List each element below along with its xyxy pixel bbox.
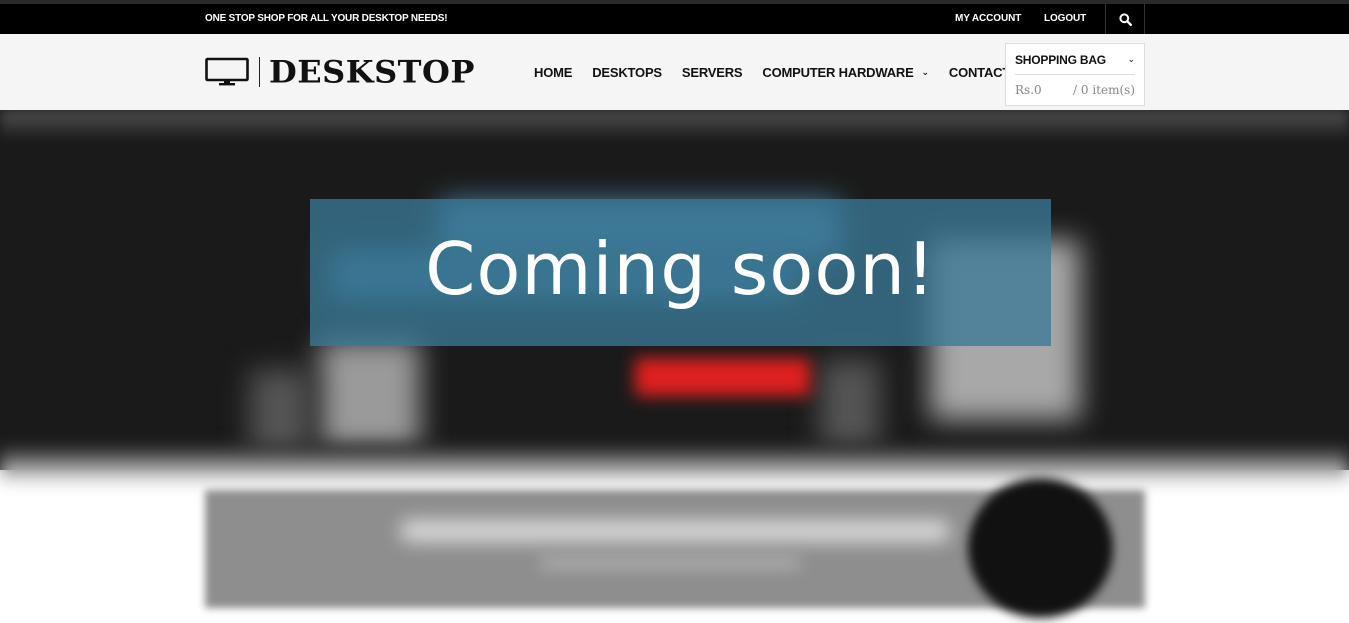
nav-computer-hardware[interactable]: COMPUTER HARDWARE ⌄ bbox=[762, 65, 929, 80]
blurred-shape bbox=[820, 360, 880, 450]
hero-fade bbox=[0, 445, 1349, 485]
divider bbox=[1015, 74, 1135, 75]
bag-item-count: / 0 item(s) bbox=[1073, 83, 1135, 97]
nav-home[interactable]: HOME bbox=[534, 65, 572, 80]
bag-total: Rs.0 bbox=[1015, 83, 1042, 97]
blurred-badge bbox=[968, 478, 1113, 618]
coming-soon-text: Coming soon! bbox=[425, 226, 936, 311]
top-bar: ONE STOP SHOP FOR ALL YOUR DESKTOP NEEDS… bbox=[0, 0, 1349, 34]
tagline: ONE STOP SHOP FOR ALL YOUR DESKTOP NEEDS… bbox=[205, 13, 448, 24]
chevron-down-icon: ⌄ bbox=[1127, 54, 1135, 64]
nav-servers[interactable]: SERVERS bbox=[682, 65, 743, 80]
logo-text: DESKSTOP bbox=[269, 53, 475, 91]
hero-shade bbox=[0, 110, 1349, 140]
shopping-bag-title: SHOPPING BAG bbox=[1015, 53, 1106, 67]
search-icon bbox=[1118, 12, 1132, 26]
chevron-down-icon: ⌄ bbox=[921, 67, 930, 77]
site-logo[interactable]: DESKSTOP bbox=[205, 56, 475, 88]
site-header: DESKSTOP HOME DESKTOPS SERVERS COMPUTER … bbox=[0, 34, 1349, 110]
logo-divider bbox=[259, 57, 260, 87]
logout-link[interactable]: LOGOUT bbox=[1044, 13, 1086, 24]
nav-desktops[interactable]: DESKTOPS bbox=[592, 65, 662, 80]
shopping-bag[interactable]: SHOPPING BAG ⌄ Rs.0 / 0 item(s) bbox=[1005, 43, 1145, 106]
blurred-button bbox=[635, 358, 810, 396]
blurred-text-line bbox=[400, 520, 950, 542]
blurred-text-line bbox=[540, 558, 800, 568]
blurred-shape bbox=[320, 340, 420, 450]
coming-soon-overlay: Coming soon! bbox=[310, 199, 1051, 346]
my-account-link[interactable]: MY ACCOUNT bbox=[955, 13, 1021, 24]
main-nav: HOME DESKTOPS SERVERS COMPUTER HARDWARE … bbox=[534, 65, 1030, 80]
search-button[interactable] bbox=[1105, 4, 1145, 34]
nav-contact[interactable]: CONTACT bbox=[949, 65, 1010, 80]
nav-computer-hardware-label: COMPUTER HARDWARE bbox=[762, 65, 914, 80]
monitor-icon bbox=[205, 57, 249, 86]
